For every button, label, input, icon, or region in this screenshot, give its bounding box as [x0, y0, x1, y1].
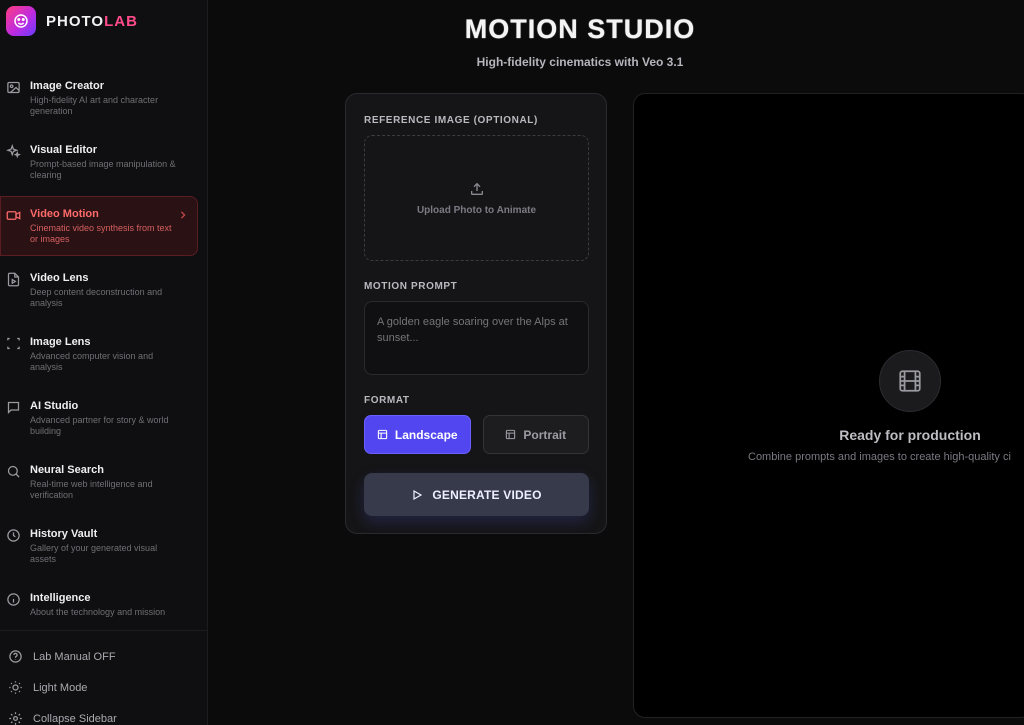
format-landscape-button[interactable]: Landscape — [364, 415, 471, 454]
generate-video-button[interactable]: GENERATE VIDEO — [364, 473, 589, 516]
sidebar-item-neural-search[interactable]: Neural Search Real-time web intelligence… — [0, 452, 198, 512]
scan-icon — [7, 337, 20, 350]
chevron-right-icon — [180, 211, 186, 219]
format-portrait-button[interactable]: Portrait — [482, 415, 589, 454]
preview-subtitle: Combine prompts and images to create hig… — [748, 451, 1011, 463]
generate-video-label: GENERATE VIDEO — [432, 487, 542, 502]
film-placeholder — [879, 350, 941, 412]
sidebar-item-history-vault[interactable]: History Vault Gallery of your generated … — [0, 516, 198, 576]
sidebar-item-title: Video Lens — [30, 272, 89, 284]
sidebar-item-visual-editor[interactable]: Visual Editor Prompt-based image manipul… — [0, 132, 198, 192]
sidebar: PHOTOLAB Image Creator High-fidelity AI … — [0, 0, 208, 725]
sidebar-item-title: Video Motion — [30, 208, 99, 220]
sidebar-item-desc: Prompt-based image manipulation & cleari… — [30, 159, 176, 180]
collapse-sidebar-label: Collapse Sidebar — [33, 712, 117, 725]
sidebar-item-title: History Vault — [30, 528, 98, 540]
preview-title: Ready for production — [839, 427, 981, 443]
sun-icon — [9, 681, 22, 694]
lab-manual-label: Lab Manual OFF — [33, 650, 116, 663]
format-label: FORMAT — [364, 395, 410, 406]
sidebar-item-title: AI Studio — [30, 400, 79, 412]
clock-icon — [7, 529, 20, 542]
sidebar-item-title: Visual Editor — [30, 144, 98, 156]
sidebar-item-image-creator[interactable]: Image Creator High-fidelity AI art and c… — [0, 68, 198, 128]
motion-prompt-label: MOTION PROMPT — [364, 281, 458, 292]
collapse-sidebar-button[interactable]: Collapse Sidebar — [0, 703, 208, 725]
brand-logo-icon — [6, 6, 36, 36]
light-mode-toggle[interactable]: Light Mode — [0, 672, 208, 703]
sidebar-item-video-lens[interactable]: Video Lens Deep content deconstruction a… — [0, 260, 198, 320]
page-title: MOTION STUDIO — [464, 14, 696, 44]
sidebar-item-title: Image Creator — [30, 80, 104, 92]
sidebar-item-ai-studio[interactable]: AI Studio Advanced partner for story & w… — [0, 388, 198, 448]
format-portrait-label: Portrait — [523, 427, 567, 442]
sidebar-item-desc: Deep content deconstruction and analysis — [30, 287, 163, 308]
motion-prompt-input[interactable] — [364, 301, 589, 375]
film-icon — [899, 370, 921, 392]
brand[interactable]: PHOTOLAB — [6, 6, 138, 36]
sidebar-nav: Image Creator High-fidelity AI art and c… — [0, 68, 208, 644]
upload-icon — [470, 182, 483, 195]
sidebar-item-video-motion[interactable]: Video Motion Cinematic video synthesis f… — [0, 196, 198, 256]
help-circle-icon — [9, 650, 22, 663]
brand-name: PHOTOLAB — [46, 12, 138, 30]
lab-manual-toggle[interactable]: Lab Manual OFF — [0, 641, 208, 672]
layout-icon — [377, 429, 388, 440]
light-mode-label: Light Mode — [33, 681, 88, 694]
chat-bubble-icon — [7, 401, 20, 415]
gear-icon — [9, 712, 22, 725]
sidebar-item-desc: Gallery of your generated visual assets — [30, 543, 158, 564]
upload-dropzone[interactable]: Upload Photo to Animate — [364, 135, 589, 261]
page-header: MOTION STUDIO High-fidelity cinematics w… — [395, 12, 765, 69]
reference-image-label: REFERENCE IMAGE (OPTIONAL) — [364, 115, 538, 126]
search-icon — [7, 465, 20, 478]
sidebar-footer: Lab Manual OFF Light Mode Collapse Sideb… — [0, 630, 208, 725]
sidebar-item-desc: Advanced partner for story & world build… — [30, 415, 169, 436]
video-preview-area: Ready for production Combine prompts and… — [633, 93, 1024, 718]
format-selector: Landscape Portrait — [364, 415, 589, 454]
video-file-icon — [7, 272, 20, 287]
sidebar-item-image-lens[interactable]: Image Lens Advanced computer vision and … — [0, 324, 198, 384]
sidebar-item-desc: About the technology and mission — [30, 607, 166, 617]
sidebar-item-desc: Real-time web intelligence and verificat… — [30, 479, 153, 500]
format-landscape-label: Landscape — [394, 427, 458, 442]
page-subtitle: High-fidelity cinematics with Veo 3.1 — [476, 55, 684, 69]
image-icon — [7, 81, 20, 94]
layout-icon — [506, 429, 516, 440]
control-panel: REFERENCE IMAGE (OPTIONAL) Upload Photo … — [345, 93, 607, 534]
info-icon — [7, 593, 20, 606]
sidebar-item-desc: High-fidelity AI art and character gener… — [30, 95, 159, 116]
sidebar-item-title: Intelligence — [30, 592, 91, 604]
sidebar-item-desc: Advanced computer vision and analysis — [30, 351, 154, 372]
sparkles-icon — [6, 144, 21, 159]
sidebar-item-title: Neural Search — [30, 464, 104, 476]
play-icon — [413, 489, 423, 500]
upload-text: Upload Photo to Animate — [416, 204, 537, 216]
video-camera-icon — [6, 211, 21, 220]
sidebar-item-desc: Cinematic video synthesis from text or i… — [30, 223, 172, 244]
sidebar-item-title: Image Lens — [30, 336, 91, 348]
